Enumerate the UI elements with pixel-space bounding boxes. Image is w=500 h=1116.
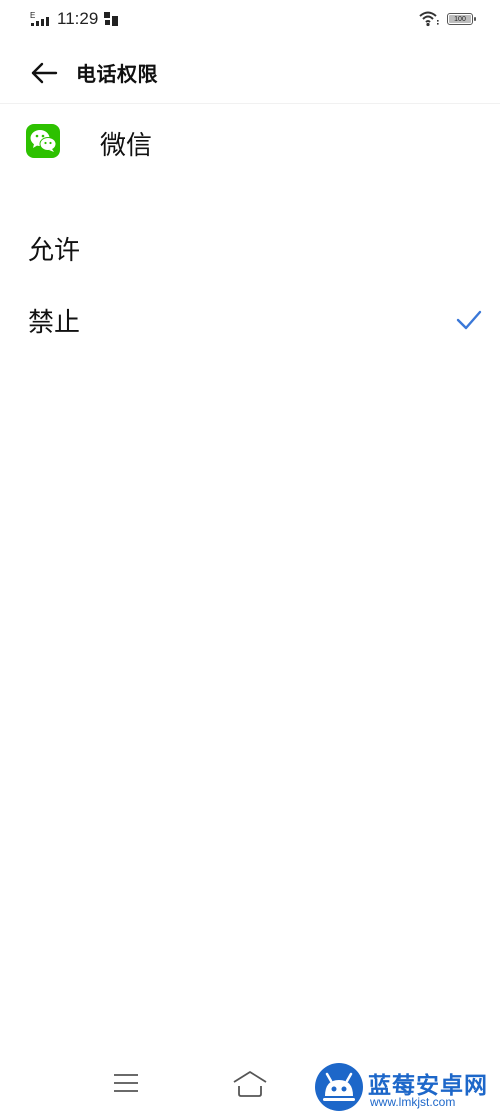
status-time: 11:29	[57, 9, 99, 28]
header: 电话权限	[0, 48, 500, 98]
option-allow[interactable]: 允许	[0, 216, 500, 280]
option-allow-label: 允许	[28, 236, 81, 266]
app-name: 微信	[100, 131, 153, 161]
wifi-icon	[419, 11, 439, 27]
checkmark-icon	[456, 310, 482, 330]
battery-icon: 100	[447, 13, 476, 25]
status-right: 100	[419, 11, 476, 27]
wechat-icon	[26, 124, 60, 158]
option-deny-label: 禁止	[28, 308, 81, 338]
watermark: 蓝莓安卓网 www.lmkjst.com	[314, 1062, 500, 1116]
battery-level: 100	[454, 15, 466, 23]
status-left: E 11:29	[30, 9, 119, 29]
home-icon	[233, 1071, 267, 1097]
notification-icon	[104, 12, 119, 26]
header-divider	[0, 103, 500, 104]
back-button[interactable]	[28, 58, 60, 88]
option-deny[interactable]: 禁止	[0, 288, 500, 352]
status-bar: E 11:29 100	[0, 0, 500, 40]
app-info-row: 微信	[0, 110, 500, 176]
nav-home-button[interactable]	[232, 1070, 268, 1098]
signal-icon: E	[30, 11, 49, 26]
page-title: 电话权限	[76, 62, 158, 86]
android-logo-icon	[315, 1063, 363, 1111]
arrow-left-icon	[31, 62, 58, 84]
menu-icon	[114, 1074, 138, 1092]
svg-text:E: E	[30, 11, 35, 20]
watermark-url: www.lmkjst.com	[370, 1095, 456, 1109]
nav-menu-button[interactable]	[113, 1072, 139, 1094]
